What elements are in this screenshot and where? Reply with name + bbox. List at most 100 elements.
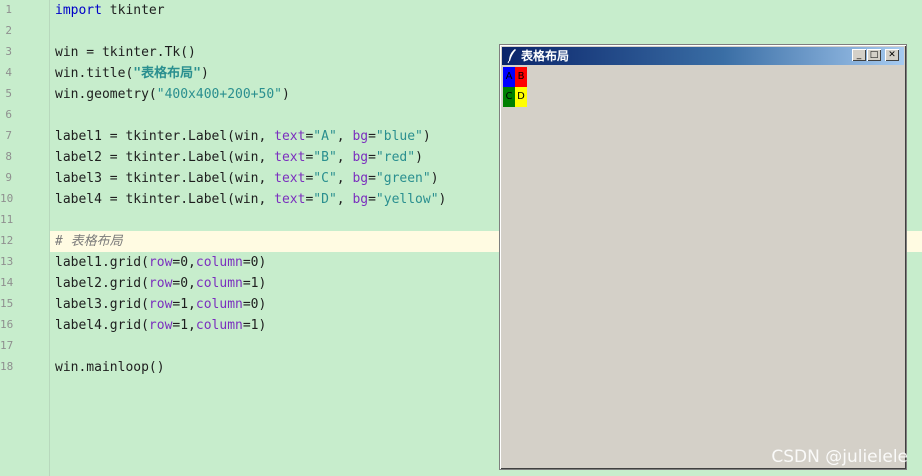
watermark: CSDN @julielele bbox=[771, 447, 908, 467]
param-name: text bbox=[274, 150, 306, 165]
string-literal: "yellow" bbox=[375, 192, 439, 207]
param-name: text bbox=[274, 171, 306, 186]
code-text: =0) bbox=[242, 297, 267, 312]
code-text: win.geometry( bbox=[55, 87, 157, 102]
code-text: ) bbox=[430, 171, 439, 186]
code-text: label1 = tkinter.Label(win, bbox=[55, 129, 275, 144]
string-literal: "表格布局" bbox=[133, 66, 201, 81]
code-text: ) bbox=[422, 129, 431, 144]
param-name: column bbox=[195, 255, 243, 270]
code-text: = bbox=[368, 150, 376, 165]
line-number: 1 bbox=[5, 3, 12, 16]
feather-icon[interactable] bbox=[506, 48, 518, 64]
code-text: tkinter bbox=[101, 3, 165, 18]
line-number: 16 bbox=[0, 318, 14, 331]
code-text: label3.grid( bbox=[55, 297, 149, 312]
maximize-button[interactable]: □ bbox=[867, 49, 881, 61]
code-text: , bbox=[336, 192, 353, 207]
string-literal: "D" bbox=[313, 192, 337, 207]
string-literal: "400x400+200+50" bbox=[156, 87, 282, 102]
code-text: ) bbox=[200, 66, 209, 81]
code-text: ) bbox=[438, 192, 447, 207]
param-name: row bbox=[148, 255, 173, 270]
string-literal: "A" bbox=[313, 129, 337, 144]
code-text: , bbox=[336, 150, 353, 165]
param-name: column bbox=[195, 276, 243, 291]
code-text: ) bbox=[415, 150, 423, 165]
code-text: = bbox=[368, 192, 376, 207]
param-name: text bbox=[274, 129, 306, 144]
code-text: label4 = tkinter.Label(win, bbox=[55, 192, 275, 207]
code-text: = bbox=[368, 129, 376, 144]
param-name: bg bbox=[352, 129, 369, 144]
code-line-10: label4 = tkinter.Label(win, text = "D", bg… bbox=[55, 189, 446, 210]
code-text: , bbox=[336, 129, 353, 144]
param-name: bg bbox=[352, 192, 369, 207]
line-number: 15 bbox=[0, 297, 14, 310]
code-text: ) bbox=[281, 87, 290, 102]
line-number: 6 bbox=[5, 108, 12, 121]
label-b: B bbox=[515, 67, 527, 87]
code-line-8: label2 = tkinter.Label(win, text = "B", bg… bbox=[55, 147, 423, 168]
line-number: 7 bbox=[5, 129, 12, 142]
line-number: 11 bbox=[0, 213, 14, 226]
code-text: label3 = tkinter.Label(win, bbox=[55, 171, 275, 186]
line-number: 8 bbox=[5, 150, 12, 163]
line-number-gutter: 1 2 3 4 5 6 7 8 9 10 11 12 13 14 15 16 1… bbox=[0, 0, 50, 476]
code-text: =0, bbox=[172, 276, 196, 291]
code-text: = bbox=[368, 171, 376, 186]
string-literal: "B" bbox=[313, 150, 337, 165]
line-number: 17 bbox=[0, 339, 14, 352]
label-c: C bbox=[503, 87, 515, 107]
line-number: 14 bbox=[0, 276, 14, 289]
line-number: 12 bbox=[0, 234, 14, 247]
code-line-18: win.mainloop() bbox=[55, 360, 165, 375]
code-text: label2 = tkinter.Label(win, bbox=[55, 150, 275, 165]
code-text: label4.grid( bbox=[55, 318, 149, 333]
code-text: =1, bbox=[172, 297, 196, 312]
code-line-15: label3.grid(row=1,column=0) bbox=[55, 294, 266, 315]
string-literal: "C" bbox=[313, 171, 337, 186]
code-line-4: win.title("表格布局") bbox=[55, 63, 209, 84]
code-text: =0, bbox=[172, 255, 196, 270]
param-name: column bbox=[195, 297, 243, 312]
param-name: text bbox=[274, 192, 306, 207]
string-literal: "green" bbox=[375, 171, 431, 186]
code-line-1: import tkinter bbox=[55, 0, 165, 21]
code-text: , bbox=[336, 171, 353, 186]
param-name: row bbox=[148, 276, 173, 291]
keyword: import bbox=[55, 3, 102, 18]
line-number: 5 bbox=[5, 87, 12, 100]
param-name: row bbox=[148, 297, 173, 312]
code-text: =1) bbox=[242, 276, 267, 291]
param-name: bg bbox=[352, 171, 369, 186]
line-number: 10 bbox=[0, 192, 14, 205]
param-name: bg bbox=[352, 150, 369, 165]
code-line-3: win = tkinter.Tk() bbox=[55, 45, 196, 60]
window-title-bar[interactable]: 表格布局 _ □ ✕ bbox=[502, 47, 904, 65]
code-line-7: label1 = tkinter.Label(win, text = "A", bg… bbox=[55, 126, 431, 147]
code-text: label2.grid( bbox=[55, 276, 149, 291]
label-d: D bbox=[515, 87, 527, 107]
line-number: 13 bbox=[0, 255, 14, 268]
param-name: row bbox=[148, 318, 173, 333]
code-text: win.title( bbox=[55, 66, 134, 81]
code-line-9: label3 = tkinter.Label(win, text = "C", bg… bbox=[55, 168, 439, 189]
string-literal: "blue" bbox=[375, 129, 423, 144]
code-text: =0) bbox=[242, 255, 267, 270]
line-number: 9 bbox=[5, 171, 12, 184]
code-line-12-comment: # 表格布局 bbox=[55, 234, 123, 249]
minimize-button[interactable]: _ bbox=[852, 49, 866, 61]
line-number: 4 bbox=[5, 66, 12, 79]
code-line-16: label4.grid(row=1,column=1) bbox=[55, 315, 266, 336]
string-literal: "red" bbox=[375, 150, 416, 165]
line-number: 18 bbox=[0, 360, 14, 373]
param-name: column bbox=[195, 318, 243, 333]
tk-window[interactable]: 表格布局 _ □ ✕ A B C D bbox=[499, 44, 907, 470]
code-line-5: win.geometry("400x400+200+50") bbox=[55, 84, 290, 105]
code-text: =1, bbox=[172, 318, 196, 333]
line-number: 3 bbox=[5, 45, 12, 58]
close-button[interactable]: ✕ bbox=[885, 49, 899, 61]
code-line-13: label1.grid(row=0,column=0) bbox=[55, 252, 266, 273]
label-a: A bbox=[503, 67, 515, 87]
